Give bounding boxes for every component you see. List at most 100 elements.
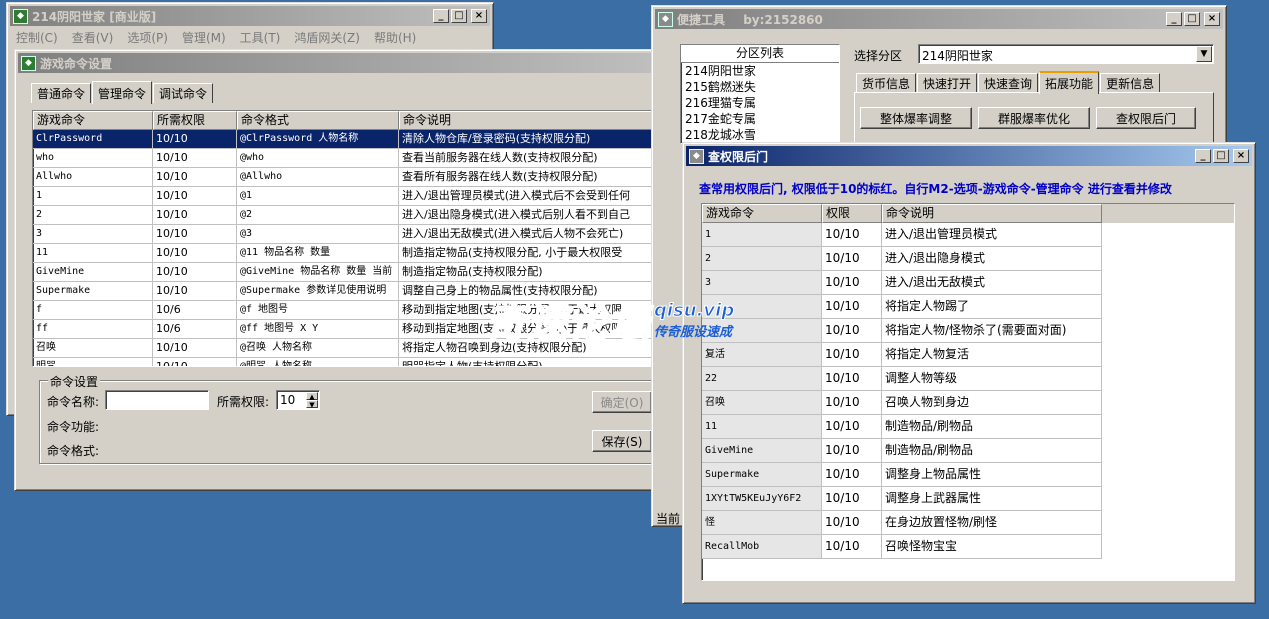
command-window-titlebar[interactable]: ◆ 游戏命令设置 ×: [18, 53, 670, 73]
list-item[interactable]: 216理猫专属: [681, 95, 839, 111]
table-row[interactable]: 22 10/10 调整人物等级: [702, 367, 1234, 391]
partition-select[interactable]: 214阴阳世家 ▼: [918, 44, 1214, 64]
close-button[interactable]: ×: [471, 9, 487, 23]
save-button[interactable]: 保存(S): [592, 430, 652, 452]
cell-permission: 10/10: [822, 247, 882, 271]
cell-command: 2: [702, 247, 822, 271]
cell-format: @11 物品名称 数量: [237, 244, 399, 263]
table-row[interactable]: Allwho 10/10 @Allwho 查看所有服务器在线人数(支持权限分配): [33, 168, 661, 187]
backdoor-table[interactable]: 游戏命令 权限 命令说明 1 10/10 进入/退出管理员模式 2 10/10 进入/退出…: [701, 203, 1235, 581]
minimize-button[interactable]: _: [1166, 12, 1182, 26]
chevron-down-icon[interactable]: ▼: [1196, 46, 1212, 62]
list-item[interactable]: 218龙城冰雪: [681, 127, 839, 143]
close-button[interactable]: ×: [1204, 12, 1220, 26]
cell-permission: 10/10: [153, 358, 237, 366]
cell-description: 将指定人物/怪物杀了(需要面对面): [882, 319, 1102, 343]
permission-spinner[interactable]: 10 ▲ ▼: [276, 390, 320, 410]
table-row[interactable]: 2 10/10 @2 进入/退出隐身模式(进入模式后别人看不到自己: [33, 206, 661, 225]
table-row[interactable]: ClrPassword 10/10 @ClrPassword 人物名称 清除人物仓库/…: [33, 130, 661, 149]
tab-currency-info[interactable]: 货币信息: [856, 73, 917, 93]
app-icon: ◆: [13, 8, 28, 24]
table-row[interactable]: 10/10 将指定人物/怪物杀了(需要面对面): [702, 319, 1234, 343]
table-row[interactable]: 11 10/10 制造物品/刷物品: [702, 415, 1234, 439]
list-item[interactable]: 217金蛇专属: [681, 111, 839, 127]
cell-permission: 10/10: [822, 271, 882, 295]
backdoor-window-titlebar[interactable]: ◆ 查权限后门 _ □ ×: [686, 146, 1252, 166]
table-row[interactable]: 10/10 将指定人物踢了: [702, 295, 1234, 319]
spinner-down-icon[interactable]: ▼: [306, 400, 318, 409]
table-row[interactable]: 3 10/10 @3 进入/退出无敌模式(进入模式后人物不会死亡): [33, 225, 661, 244]
col-permission[interactable]: 权限: [822, 204, 882, 223]
partition-list[interactable]: 分区列表 214阴阳世家 215鹤燃迷失 216理猫专属 217金蛇专属 218龙城冰雪: [680, 44, 840, 144]
table-row[interactable]: 复活 10/10 将指定人物复活: [702, 343, 1234, 367]
list-item[interactable]: 215鹤燃迷失: [681, 79, 839, 95]
cell-format: @3: [237, 225, 399, 244]
menu-tools[interactable]: 工具(T): [240, 29, 281, 46]
command-name-input[interactable]: [105, 390, 209, 410]
table-row[interactable]: GiveMine 10/10 @GiveMine 物品名称 数量 当前 制造指定物品(…: [33, 263, 661, 282]
ok-button[interactable]: 确定(O): [592, 391, 652, 413]
cell-permission: 10/6: [153, 301, 237, 320]
table-row[interactable]: 1 10/10 @1 进入/退出管理员模式(进入模式后不会受到任何: [33, 187, 661, 206]
maximize-button[interactable]: □: [1184, 12, 1200, 26]
table-row[interactable]: ff 10/6 @ff 地图号 X Y 移动到指定地图(支持权限分配, 小于最大权限: [33, 320, 661, 339]
list-item[interactable]: 214阴阳世家: [681, 63, 839, 79]
menu-options[interactable]: 选项(P): [127, 29, 168, 46]
menu-gateway[interactable]: 鸿盾网关(Z): [294, 29, 360, 46]
table-row[interactable]: Supermake 10/10 @Supermake 参数详见使用说明 调整自己身上的…: [33, 282, 661, 301]
tab-extensions[interactable]: 拓展功能: [1039, 71, 1100, 94]
tab-quick-open[interactable]: 快速打开: [917, 73, 978, 93]
table-row[interactable]: GiveMine 10/10 制造物品/刷物品: [702, 439, 1234, 463]
col-command[interactable]: 游戏命令: [702, 204, 822, 223]
table-row[interactable]: 明咒 10/10 @明咒 人物名称 明咒指定人物(支持权限分配): [33, 358, 661, 366]
cell-permission: 10/10: [822, 535, 882, 559]
table-row[interactable]: f 10/6 @f 地图号 移动到指定地图(支持权限分配, 小于最大权限: [33, 301, 661, 320]
table-row[interactable]: 3 10/10 进入/退出无敌模式: [702, 271, 1234, 295]
minimize-button[interactable]: _: [433, 9, 449, 23]
cell-permission: 10/10: [153, 339, 237, 358]
maximize-button[interactable]: □: [451, 9, 467, 23]
cell-permission: 10/10: [153, 282, 237, 301]
tab-debug-commands[interactable]: 调试命令: [153, 83, 214, 103]
tab-admin-commands[interactable]: 管理命令: [92, 81, 153, 104]
spinner-up-icon[interactable]: ▲: [306, 392, 318, 401]
check-backdoor-button[interactable]: 查权限后门: [1096, 107, 1196, 129]
table-row[interactable]: 1XYtTW5KEuJyY6F2 10/10 调整身上武器属性: [702, 487, 1234, 511]
tools-window-titlebar[interactable]: ◆ 便捷工具 by:2152860 _ □ ×: [655, 9, 1223, 29]
col-permission[interactable]: 所需权限: [153, 111, 237, 130]
partition-items: 214阴阳世家 215鹤燃迷失 216理猫专属 217金蛇专属 218龙城冰雪: [681, 63, 839, 143]
table-row[interactable]: 召唤 10/10 召唤人物到身边: [702, 391, 1234, 415]
group-drop-rate-button[interactable]: 群服爆率优化: [978, 107, 1090, 129]
table-row[interactable]: 怪 10/10 在身边放置怪物/刷怪: [702, 511, 1234, 535]
menu-help[interactable]: 帮助(H): [374, 29, 416, 46]
partition-list-header: 分区列表: [681, 45, 839, 63]
table-row[interactable]: who 10/10 @who 查看当前服务器在线人数(支持权限分配): [33, 149, 661, 168]
minimize-button[interactable]: _: [1195, 149, 1211, 163]
table-row[interactable]: 召唤 10/10 @召唤 人物名称 将指定人物召唤到身边(支持权限分配): [33, 339, 661, 358]
menu-control[interactable]: 控制(C): [16, 29, 58, 46]
tab-normal-commands[interactable]: 普通命令: [31, 83, 92, 103]
command-table[interactable]: 游戏命令 所需权限 命令格式 命令说明 ClrPassword 10/10 @Clr…: [32, 110, 662, 367]
col-description[interactable]: 命令说明: [882, 204, 1102, 223]
table-row[interactable]: 2 10/10 进入/退出隐身模式: [702, 247, 1234, 271]
overall-drop-rate-button[interactable]: 整体爆率调整: [860, 107, 972, 129]
col-command[interactable]: 游戏命令: [33, 111, 153, 130]
cell-command: 22: [702, 367, 822, 391]
cell-description: 调整身上武器属性: [882, 487, 1102, 511]
cell-command: 3: [33, 225, 153, 244]
cell-description: 明咒指定人物(支持权限分配): [399, 358, 661, 366]
col-format[interactable]: 命令格式: [237, 111, 399, 130]
main-window-titlebar[interactable]: ◆ 214阴阳世家 [商业版] _ □ ×: [10, 6, 490, 26]
tab-update-info[interactable]: 更新信息: [1100, 73, 1161, 93]
maximize-button[interactable]: □: [1213, 149, 1229, 163]
tab-quick-query[interactable]: 快速查询: [978, 73, 1039, 93]
table-row[interactable]: RecallMob 10/10 召唤怪物宝宝: [702, 535, 1234, 559]
col-description[interactable]: 命令说明: [399, 111, 661, 130]
table-row[interactable]: 1 10/10 进入/退出管理员模式: [702, 223, 1234, 247]
table-row[interactable]: 11 10/10 @11 物品名称 数量 制造指定物品(支持权限分配, 小于最大权限受: [33, 244, 661, 263]
table-row[interactable]: Supermake 10/10 调整身上物品属性: [702, 463, 1234, 487]
menu-manage[interactable]: 管理(M): [182, 29, 226, 46]
menu-view[interactable]: 查看(V): [72, 29, 114, 46]
close-button[interactable]: ×: [1233, 149, 1249, 163]
cell-format: @1: [237, 187, 399, 206]
